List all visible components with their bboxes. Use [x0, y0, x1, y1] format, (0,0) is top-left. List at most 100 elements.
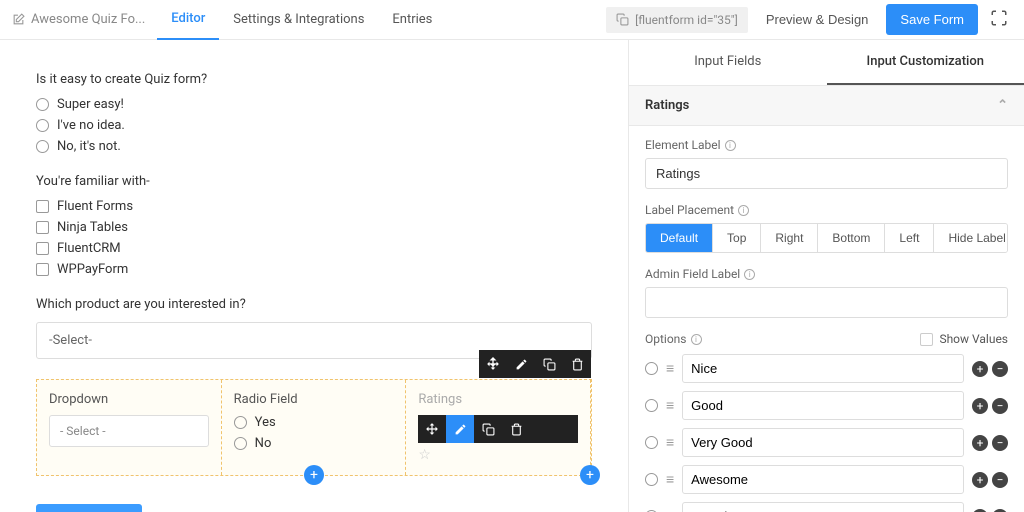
- info-icon[interactable]: i: [691, 334, 702, 345]
- placement-right[interactable]: Right: [761, 224, 818, 252]
- form-name[interactable]: Awesome Quiz Fo...: [0, 12, 157, 27]
- radio-icon[interactable]: [645, 399, 658, 412]
- q1-opt-a: Super easy!: [57, 97, 124, 112]
- label-placement-label: Label Placement: [645, 203, 734, 217]
- move-icon[interactable]: [418, 415, 446, 443]
- option-input[interactable]: [682, 465, 964, 494]
- add-option-button[interactable]: +: [972, 398, 988, 414]
- question-1[interactable]: Is it easy to create Quiz form? Super ea…: [36, 72, 592, 154]
- radio-icon[interactable]: [645, 473, 658, 486]
- fullscreen-icon[interactable]: [986, 5, 1012, 35]
- q3-label: Which product are you interested in?: [36, 297, 592, 312]
- trash-icon[interactable]: [502, 415, 530, 443]
- panel-title: Ratings: [645, 98, 689, 113]
- preview-button[interactable]: Preview & Design: [756, 6, 879, 33]
- panel-header-ratings[interactable]: Ratings ⌃: [629, 86, 1024, 126]
- option-input[interactable]: [682, 391, 964, 420]
- q1-opt-b: I've no idea.: [57, 118, 125, 133]
- edit-icon[interactable]: [507, 350, 535, 378]
- remove-option-button[interactable]: −: [992, 435, 1008, 451]
- drag-icon[interactable]: ≡: [666, 471, 674, 488]
- checkbox-icon[interactable]: [36, 200, 49, 213]
- col-ratings[interactable]: Ratings ☆ +: [406, 380, 591, 475]
- container-toolbar: [479, 350, 591, 378]
- placement-left[interactable]: Left: [885, 224, 934, 252]
- checkbox-icon[interactable]: [36, 221, 49, 234]
- checkbox-icon[interactable]: [36, 263, 49, 276]
- col1-label: Dropdown: [49, 392, 209, 407]
- add-option-button[interactable]: +: [972, 472, 988, 488]
- option-row: ≡ + −: [645, 502, 1008, 512]
- copy-icon: [616, 13, 629, 26]
- add-field-button[interactable]: +: [580, 465, 600, 485]
- q2-opt-c: FluentCRM: [57, 241, 121, 256]
- option-input[interactable]: [682, 428, 964, 457]
- field-toolbar: [418, 415, 578, 443]
- q1-label: Is it easy to create Quiz form?: [36, 72, 592, 87]
- tab-settings[interactable]: Settings & Integrations: [219, 0, 378, 40]
- checkbox-icon[interactable]: [36, 242, 49, 255]
- radio-icon[interactable]: [234, 416, 247, 429]
- radio-icon[interactable]: [645, 436, 658, 449]
- options-label: Options: [645, 332, 687, 346]
- tab-input-fields[interactable]: Input Fields: [629, 40, 827, 85]
- info-icon[interactable]: i: [744, 269, 755, 280]
- drag-icon[interactable]: ≡: [666, 434, 674, 451]
- remove-option-button[interactable]: −: [992, 472, 1008, 488]
- copy-icon[interactable]: [535, 350, 563, 378]
- remove-option-button[interactable]: −: [992, 398, 1008, 414]
- drag-icon[interactable]: ≡: [666, 397, 674, 414]
- drag-icon[interactable]: ≡: [666, 360, 674, 377]
- submit-button[interactable]: Submit Form: [36, 504, 142, 512]
- save-button[interactable]: Save Form: [886, 4, 978, 35]
- admin-label-input[interactable]: [645, 287, 1008, 318]
- question-2[interactable]: You're familiar with- Fluent Forms Ninja…: [36, 174, 592, 277]
- remove-option-button[interactable]: −: [992, 361, 1008, 377]
- option-input[interactable]: [682, 502, 964, 512]
- star-icon: ☆: [418, 447, 578, 463]
- col-radio[interactable]: Radio Field Yes No: [222, 380, 407, 475]
- col3-label: Ratings: [418, 392, 578, 407]
- shortcode-text: [fluentform id="35"]: [635, 13, 738, 27]
- col-dropdown[interactable]: Dropdown - Select -: [37, 380, 222, 475]
- placement-bottom[interactable]: Bottom: [818, 224, 885, 252]
- radio-icon[interactable]: [645, 362, 658, 375]
- edit-icon[interactable]: [446, 415, 474, 443]
- info-icon[interactable]: i: [738, 205, 749, 216]
- info-icon[interactable]: i: [725, 140, 736, 151]
- q2-opt-a: Fluent Forms: [57, 199, 133, 214]
- radio-icon[interactable]: [36, 98, 49, 111]
- copy-icon[interactable]: [474, 415, 502, 443]
- shortcode-box[interactable]: [fluentform id="35"]: [606, 7, 748, 33]
- radio-icon[interactable]: [36, 140, 49, 153]
- add-option-button[interactable]: +: [972, 509, 988, 512]
- placement-default[interactable]: Default: [646, 224, 713, 252]
- element-label-input[interactable]: [645, 158, 1008, 189]
- trash-icon[interactable]: [563, 350, 591, 378]
- remove-option-button[interactable]: −: [992, 509, 1008, 512]
- element-label-label: Element Label: [645, 138, 721, 152]
- tab-entries[interactable]: Entries: [378, 0, 446, 40]
- columns-container[interactable]: Dropdown - Select - Radio Field Yes No R…: [36, 379, 592, 476]
- add-column-button[interactable]: +: [304, 465, 324, 485]
- q2-opt-b: Ninja Tables: [57, 220, 128, 235]
- add-option-button[interactable]: +: [972, 435, 988, 451]
- option-input[interactable]: [682, 354, 964, 383]
- placement-top[interactable]: Top: [713, 224, 761, 252]
- tab-editor[interactable]: Editor: [157, 0, 219, 40]
- placement-hide[interactable]: Hide Label: [934, 224, 1008, 252]
- drag-icon[interactable]: ≡: [666, 508, 674, 512]
- option-row: ≡ +−: [645, 391, 1008, 420]
- col1-select[interactable]: - Select -: [49, 415, 209, 447]
- show-values-toggle[interactable]: Show Values: [920, 332, 1008, 346]
- move-icon[interactable]: [479, 350, 507, 378]
- admin-label-label: Admin Field Label: [645, 267, 740, 281]
- chevron-up-icon: ⌃: [997, 98, 1008, 113]
- add-option-button[interactable]: +: [972, 361, 988, 377]
- radio-icon[interactable]: [36, 119, 49, 132]
- radio-icon[interactable]: [234, 437, 247, 450]
- col2-yes: Yes: [255, 415, 276, 430]
- col2-no: No: [255, 436, 272, 451]
- option-row: ≡ +−: [645, 428, 1008, 457]
- tab-input-customization[interactable]: Input Customization: [827, 40, 1024, 85]
